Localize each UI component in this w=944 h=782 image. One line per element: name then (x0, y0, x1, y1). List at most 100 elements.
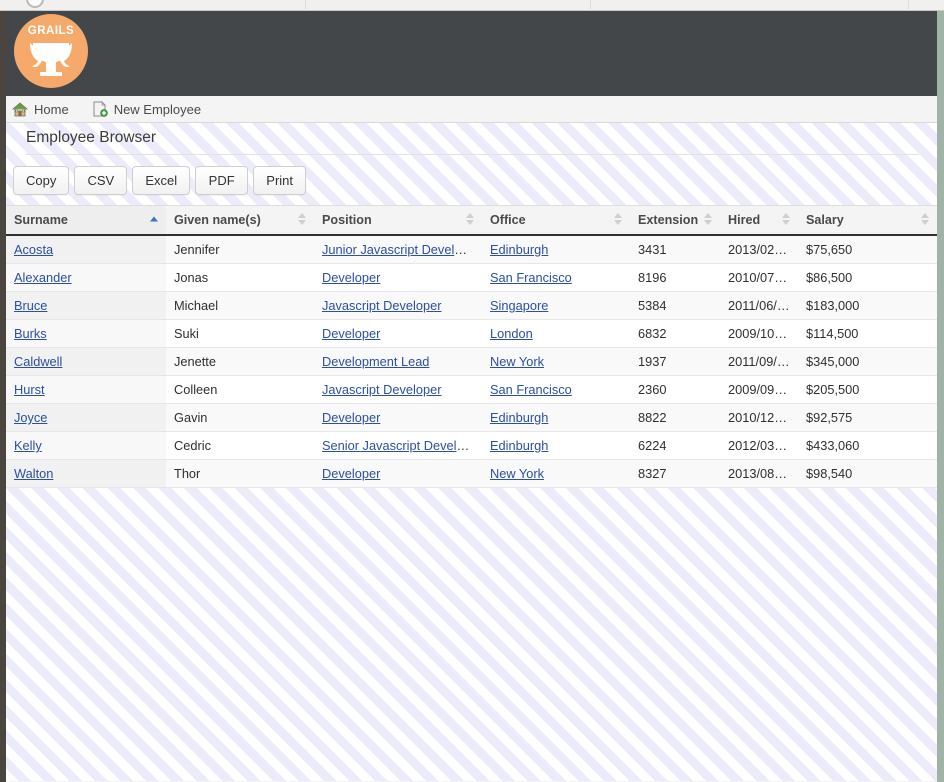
table-row[interactable]: BurksSukiDeveloperLondon68322009/10/22$1… (6, 320, 937, 348)
sort-ascending-icon (150, 217, 159, 224)
table-row[interactable]: WaltonThorDeveloperNew York83272013/08/1… (6, 460, 937, 488)
column-header-surname[interactable]: Surname (6, 206, 166, 236)
office-link[interactable]: Edinburgh (490, 438, 548, 453)
grails-logo[interactable]: GRAILS (14, 14, 88, 88)
table-row[interactable]: Hurst Colleen Javascript Developer San Fran… (6, 376, 937, 404)
cell-office[interactable]: Singapore (482, 292, 630, 320)
sort-none-icon (782, 213, 791, 227)
cell-salary: $86,500 (798, 264, 937, 292)
cell-position[interactable]: Javascript Developer (314, 292, 482, 320)
cell-hired: 2011/09/03 (720, 348, 798, 376)
position-link[interactable]: Javascript Developer (322, 298, 442, 313)
column-header-office[interactable]: Office (482, 206, 630, 236)
surname-link[interactable]: Burks (14, 326, 47, 341)
cell-position[interactable]: Development Lead (314, 348, 482, 376)
surname-link[interactable]: Hurst (14, 382, 45, 397)
cell-given: Jenette (166, 348, 314, 376)
surname-link[interactable]: Caldwell (14, 354, 62, 369)
pdf-button[interactable]: PDF (195, 166, 248, 195)
cell-surname[interactable]: Bruce (6, 292, 166, 320)
cell-office[interactable]: Edinburgh (482, 235, 630, 264)
browser-chrome-strip (0, 0, 944, 11)
print-button[interactable]: Print (253, 166, 306, 195)
column-header-extension[interactable]: Extension (630, 206, 720, 236)
cell-surname[interactable]: Walton (6, 460, 166, 488)
nav-item-new-employee[interactable]: New Employee (93, 101, 201, 117)
copy-button[interactable]: Copy (13, 166, 69, 195)
table-row[interactable]: Acosta Jennifer Junior Javascript Develope… (6, 235, 937, 264)
office-link[interactable]: Edinburgh (490, 410, 548, 425)
table-row[interactable]: BruceMichaelJavascript DeveloperSingapor… (6, 292, 937, 320)
cell-position[interactable]: Junior Javascript Developer (314, 235, 482, 264)
cell-given: Jennifer (166, 235, 314, 264)
position-link[interactable]: Javascript Developer (322, 382, 442, 397)
cell-surname[interactable]: Acosta (6, 235, 166, 264)
cell-office[interactable]: San Francisco (482, 376, 630, 404)
office-link[interactable]: San Francisco (490, 382, 572, 397)
column-header-label: Position (322, 213, 372, 227)
cell-office[interactable]: London (482, 320, 630, 348)
employee-table-head: SurnameGiven name(s) Position Office Extens… (6, 206, 937, 236)
column-header-salary[interactable]: Salary (798, 206, 937, 236)
office-link[interactable]: Edinburgh (490, 242, 548, 257)
position-link[interactable]: Senior Javascript Developer (322, 438, 482, 453)
cell-extension: 2360 (630, 376, 720, 404)
position-link[interactable]: Development Lead (322, 354, 429, 369)
cell-position[interactable]: Javascript Developer (314, 376, 482, 404)
position-link[interactable]: Developer (322, 410, 380, 425)
cell-hired: 2009/10/22 (720, 320, 798, 348)
cell-given: Suki (166, 320, 314, 348)
surname-link[interactable]: Bruce (14, 298, 47, 313)
cell-surname[interactable]: Kelly (6, 432, 166, 460)
cell-office[interactable]: San Francisco (482, 264, 630, 292)
cell-position[interactable]: Developer (314, 320, 482, 348)
screen: GRAILS (0, 0, 944, 782)
csv-button[interactable]: CSV (74, 166, 127, 195)
surname-link[interactable]: Kelly (14, 438, 42, 453)
position-link[interactable]: Developer (322, 326, 380, 341)
cell-position[interactable]: Developer (314, 404, 482, 432)
position-link[interactable]: Developer (322, 466, 380, 481)
sort-none-icon (466, 213, 475, 227)
office-link[interactable]: New York (490, 466, 544, 481)
cell-position[interactable]: Developer (314, 460, 482, 488)
office-link[interactable]: Singapore (490, 298, 548, 313)
cell-position[interactable]: Developer (314, 264, 482, 292)
cell-hired: 2012/03/29 (720, 432, 798, 460)
table-row[interactable]: JoyceGavinDeveloperEdinburgh88222010/12/… (6, 404, 937, 432)
cell-surname[interactable]: Hurst (6, 376, 166, 404)
column-header-label: Extension (638, 213, 698, 227)
excel-button[interactable]: Excel (132, 166, 190, 195)
column-header-position[interactable]: Position (314, 206, 482, 236)
cell-extension: 6832 (630, 320, 720, 348)
surname-link[interactable]: Alexander (14, 270, 72, 285)
table-row[interactable]: AlexanderJonasDeveloperSan Francisco8196… (6, 264, 937, 292)
surname-link[interactable]: Joyce (14, 410, 47, 425)
office-link[interactable]: London (490, 326, 533, 341)
nav-item-home[interactable]: Home (12, 102, 69, 117)
cell-given: Colleen (166, 376, 314, 404)
office-link[interactable]: New York (490, 354, 544, 369)
column-header-label: Hired (728, 213, 760, 227)
surname-link[interactable]: Acosta (14, 242, 53, 257)
cell-surname[interactable]: Burks (6, 320, 166, 348)
table-row[interactable]: KellyCedricSenior Javascript DeveloperEd… (6, 432, 937, 460)
cell-extension: 5384 (630, 292, 720, 320)
column-header-given[interactable]: Given name(s) (166, 206, 314, 236)
cell-extension: 8196 (630, 264, 720, 292)
cell-extension: 8822 (630, 404, 720, 432)
table-row[interactable]: CaldwellJenetteDevelopment LeadNew York1… (6, 348, 937, 376)
cell-surname[interactable]: Caldwell (6, 348, 166, 376)
cell-surname[interactable]: Alexander (6, 264, 166, 292)
cell-office[interactable]: New York (482, 460, 630, 488)
surname-link[interactable]: Walton (14, 466, 53, 481)
cell-position[interactable]: Senior Javascript Developer (314, 432, 482, 460)
cell-office[interactable]: Edinburgh (482, 432, 630, 460)
cell-surname[interactable]: Joyce (6, 404, 166, 432)
position-link[interactable]: Junior Javascript Developer (322, 242, 480, 257)
position-link[interactable]: Developer (322, 270, 380, 285)
column-header-hired[interactable]: Hired (720, 206, 798, 236)
cell-office[interactable]: New York (482, 348, 630, 376)
cell-office[interactable]: Edinburgh (482, 404, 630, 432)
office-link[interactable]: San Francisco (490, 270, 572, 285)
